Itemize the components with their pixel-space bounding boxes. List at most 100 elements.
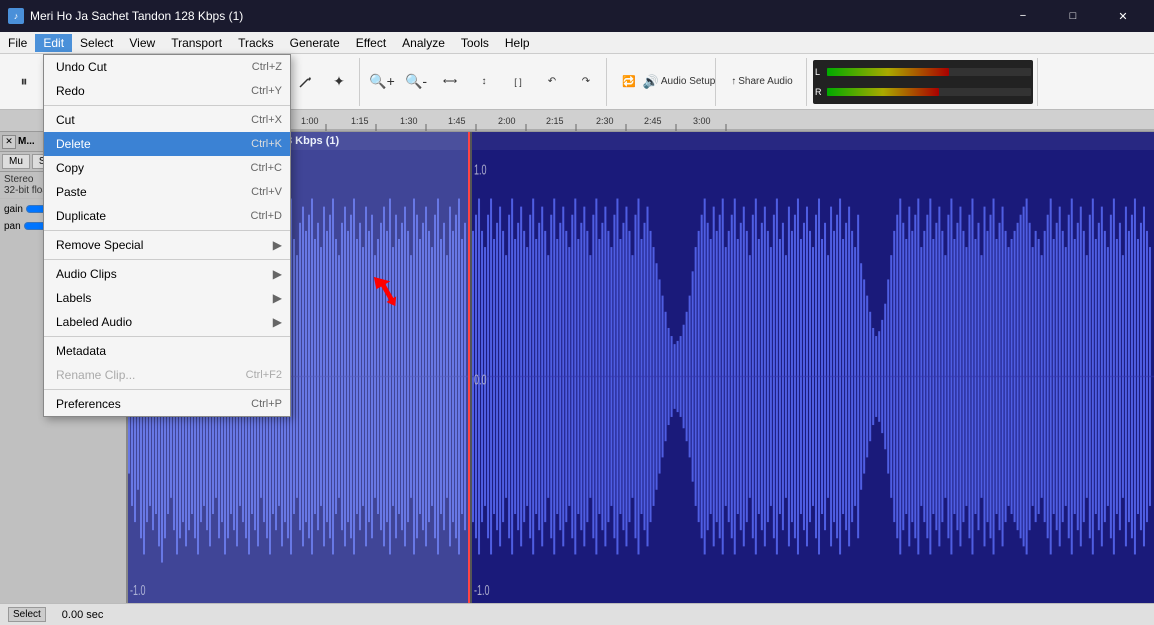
menu-metadata[interactable]: Metadata bbox=[44, 339, 290, 363]
svg-text:0.0: 0.0 bbox=[474, 371, 487, 388]
share-audio-label: Share Audio bbox=[738, 76, 793, 87]
share-group: ↑ Share Audio bbox=[718, 58, 807, 106]
app-icon-symbol: ♪ bbox=[14, 11, 19, 21]
audio-setup-button[interactable]: 🔊 Audio Setup bbox=[647, 66, 711, 98]
menu-generate[interactable]: Generate bbox=[282, 34, 348, 52]
paste-label: Paste bbox=[56, 185, 251, 199]
svg-text:1.0: 1.0 bbox=[474, 161, 487, 178]
copy-label: Copy bbox=[56, 161, 251, 175]
menu-labels[interactable]: Labels ▶ bbox=[44, 286, 290, 310]
redo-label: Redo bbox=[56, 84, 251, 98]
status-position: 0.00 sec bbox=[62, 609, 104, 621]
menu-tools[interactable]: Tools bbox=[453, 34, 497, 52]
menu-bar: File Edit Select View Transport Tracks G… bbox=[0, 32, 1154, 54]
svg-text:2:15: 2:15 bbox=[546, 116, 564, 126]
duplicate-shortcut: Ctrl+D bbox=[251, 210, 282, 222]
menu-rename-clip[interactable]: Rename Clip... Ctrl+F2 bbox=[44, 363, 290, 387]
loop-button[interactable]: 🔁 bbox=[613, 66, 645, 98]
separator-5 bbox=[44, 389, 290, 390]
multi-tool-button[interactable]: ✦ bbox=[323, 66, 355, 98]
gain-label: gain bbox=[4, 204, 23, 215]
window-controls: − □ ✕ bbox=[1000, 0, 1146, 32]
labels-arrow: ▶ bbox=[273, 291, 282, 305]
menu-audio-clips[interactable]: Audio Clips ▶ bbox=[44, 262, 290, 286]
zoom-redo-button[interactable]: ↷ bbox=[570, 66, 602, 98]
menu-view[interactable]: View bbox=[121, 34, 163, 52]
svg-text:2:30: 2:30 bbox=[596, 116, 614, 126]
menu-effect[interactable]: Effect bbox=[348, 34, 394, 52]
share-audio-button[interactable]: ↑ Share Audio bbox=[722, 66, 802, 98]
playback-group: 🔁 🔊 Audio Setup bbox=[609, 58, 716, 106]
separator-4 bbox=[44, 336, 290, 337]
menu-help[interactable]: Help bbox=[497, 34, 538, 52]
mute-button[interactable]: Mu bbox=[2, 154, 30, 169]
close-button[interactable]: ✕ bbox=[1100, 0, 1146, 32]
zoom-group: 🔍+ 🔍- ⟷ ↕ [ ] ↶ ↷ bbox=[362, 58, 607, 106]
status-tool-button[interactable]: Select bbox=[8, 607, 46, 622]
svg-text:1:30: 1:30 bbox=[400, 116, 418, 126]
maximize-button[interactable]: □ bbox=[1050, 0, 1096, 32]
undo-cut-shortcut: Ctrl+Z bbox=[252, 61, 282, 73]
menu-redo[interactable]: Redo Ctrl+Y bbox=[44, 79, 290, 103]
audio-clips-arrow: ▶ bbox=[273, 267, 282, 281]
svg-text:3:00: 3:00 bbox=[693, 116, 711, 126]
menu-tracks[interactable]: Tracks bbox=[230, 34, 282, 52]
draw-tool-button[interactable] bbox=[289, 66, 321, 98]
menu-remove-special[interactable]: Remove Special ▶ bbox=[44, 233, 290, 257]
zoom-sel-button[interactable]: [ ] bbox=[502, 66, 534, 98]
title-bar: ♪ Meri Ho Ja Sachet Tandon 128 Kbps (1) … bbox=[0, 0, 1154, 32]
delete-shortcut: Ctrl+K bbox=[251, 138, 282, 150]
remove-special-arrow: ▶ bbox=[273, 238, 282, 252]
redo-shortcut: Ctrl+Y bbox=[251, 85, 282, 97]
menu-copy[interactable]: Copy Ctrl+C bbox=[44, 156, 290, 180]
app-icon: ♪ bbox=[8, 8, 24, 24]
share-icon: ↑ bbox=[731, 76, 736, 87]
preferences-shortcut: Ctrl+P bbox=[251, 398, 282, 410]
minimize-button[interactable]: − bbox=[1000, 0, 1046, 32]
separator-3 bbox=[44, 259, 290, 260]
labels-label: Labels bbox=[56, 291, 269, 305]
track-close-button[interactable]: ✕ bbox=[2, 135, 16, 149]
svg-text:2:45: 2:45 bbox=[644, 116, 662, 126]
menu-undo-cut[interactable]: Undo Cut Ctrl+Z bbox=[44, 55, 290, 79]
labeled-audio-arrow: ▶ bbox=[273, 315, 282, 329]
svg-text:1:45: 1:45 bbox=[448, 116, 466, 126]
audio-clips-label: Audio Clips bbox=[56, 267, 269, 281]
menu-file[interactable]: File bbox=[0, 34, 35, 52]
zoom-fit-button[interactable]: ⟷ bbox=[434, 66, 466, 98]
remove-special-label: Remove Special bbox=[56, 238, 269, 252]
pause-button[interactable]: ⏸ bbox=[8, 66, 40, 98]
status-bar: Select 0.00 sec bbox=[0, 603, 1154, 625]
menu-edit[interactable]: Edit bbox=[35, 34, 72, 52]
menu-transport[interactable]: Transport bbox=[163, 34, 230, 52]
svg-text:-1.0: -1.0 bbox=[474, 582, 490, 599]
menu-preferences[interactable]: Preferences Ctrl+P bbox=[44, 392, 290, 416]
cut-shortcut: Ctrl+X bbox=[251, 114, 282, 126]
rename-clip-label: Rename Clip... bbox=[56, 368, 246, 382]
audio-setup-label: Audio Setup bbox=[661, 76, 716, 87]
pan-label: pan bbox=[4, 221, 21, 232]
waveform-svg-right: 1.0 0.0 -1.0 bbox=[472, 150, 1154, 603]
zoom-fit-v-button[interactable]: ↕ bbox=[468, 66, 500, 98]
menu-select[interactable]: Select bbox=[72, 34, 121, 52]
zoom-undo-button[interactable]: ↶ bbox=[536, 66, 568, 98]
meter-group: L R bbox=[809, 58, 1038, 106]
svg-text:1:00: 1:00 bbox=[301, 116, 319, 126]
separator-1 bbox=[44, 105, 290, 106]
separator-2 bbox=[44, 230, 290, 231]
labeled-audio-label: Labeled Audio bbox=[56, 315, 269, 329]
menu-labeled-audio[interactable]: Labeled Audio ▶ bbox=[44, 310, 290, 334]
menu-cut[interactable]: Cut Ctrl+X bbox=[44, 108, 290, 132]
svg-text:1:15: 1:15 bbox=[351, 116, 369, 126]
menu-delete[interactable]: Delete Ctrl+K bbox=[44, 132, 290, 156]
volume-icon: 🔊 bbox=[643, 74, 659, 90]
delete-label: Delete bbox=[56, 137, 251, 151]
duplicate-label: Duplicate bbox=[56, 209, 251, 223]
zoom-out-button[interactable]: 🔍- bbox=[400, 66, 432, 98]
zoom-in-button[interactable]: 🔍+ bbox=[366, 66, 398, 98]
menu-analyze[interactable]: Analyze bbox=[394, 34, 453, 52]
playback-cursor bbox=[468, 132, 470, 603]
preferences-label: Preferences bbox=[56, 397, 251, 411]
menu-duplicate[interactable]: Duplicate Ctrl+D bbox=[44, 204, 290, 228]
menu-paste[interactable]: Paste Ctrl+V bbox=[44, 180, 290, 204]
